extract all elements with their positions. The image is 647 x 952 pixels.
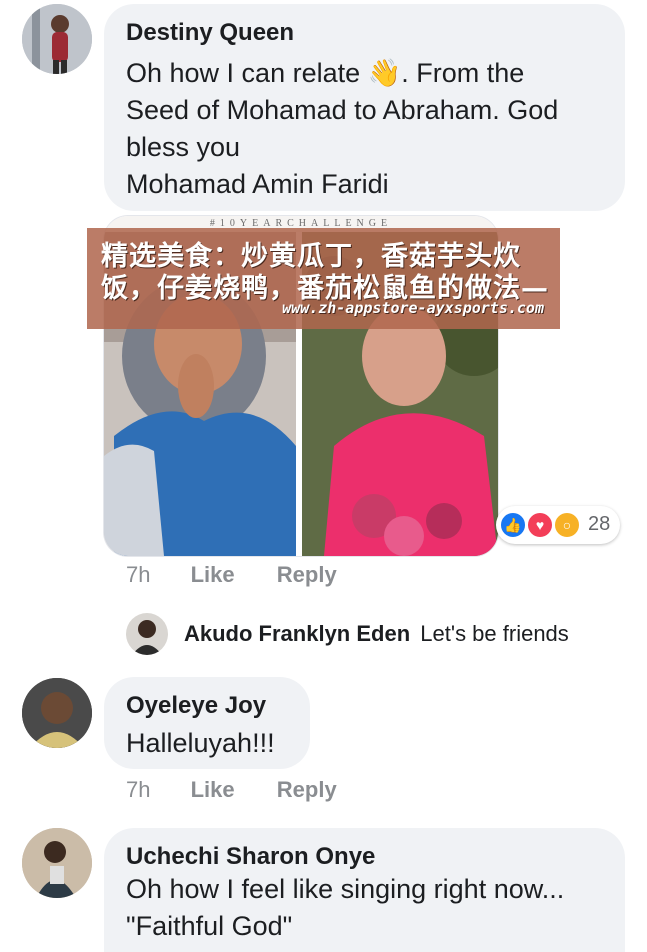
comment-time[interactable]: 7h [126,562,150,587]
avatar-oyeleye-joy[interactable] [22,678,92,748]
reply-preview[interactable]: Akudo Franklyn Eden Let's be friends [184,621,569,647]
love-icon: ♥ [526,511,554,539]
comment-time[interactable]: 7h [126,777,150,802]
comment-meta: 7h Like Reply [126,562,337,588]
comment-text-line: bless you [126,132,241,162]
person-photo-icon [132,620,162,655]
comment-bubble: Destiny Queen Oh how I can relate 👋. Fro… [104,4,625,211]
avatar-destiny-queen[interactable] [22,4,92,74]
like-icon: 👍 [499,511,527,539]
comment-bubble: Oyeleye Joy Halleluyah!!! [104,677,310,769]
like-button[interactable]: Like [191,562,235,587]
comment-text-line: Halleluyah!!! [126,728,275,758]
reply-button[interactable]: Reply [277,562,337,587]
comment-author[interactable]: Destiny Queen [126,19,294,47]
comment-text-line: Oh how I can relate 👋. From the [126,58,525,88]
overlay-url: www.zh-appstore-ayxsports.com [282,299,544,317]
reply-button[interactable]: Reply [277,777,337,802]
comment-text-line: Mohamad Amin Faridi [126,169,389,199]
comment-author[interactable]: Uchechi Sharon Onye [126,843,375,871]
person-photo-icon [22,828,92,898]
avatar-uchechi[interactable] [22,828,92,898]
comment-text-line: Seed of Mohamad to Abraham. God [126,95,559,125]
comment-author[interactable]: Oyeleye Joy [126,692,266,720]
comment-meta: 7h Like Reply [126,777,337,803]
comment-bubble: Uchechi Sharon Onye Oh how I feel like s… [104,828,625,952]
overlay-banner: 精选美食：炒黄瓜丁，香菇芋头炊 饭，仔姜烧鸭，番茄松鼠鱼的做法— www.zh-… [87,228,560,329]
like-button[interactable]: Like [191,777,235,802]
comment-text-line: Oh how I feel like singing right now... [126,874,565,904]
wow-icon: ○ [553,511,581,539]
person-photo-icon [22,678,92,748]
person-photo-icon [22,4,92,74]
reply-author[interactable]: Akudo Franklyn Eden [184,621,410,646]
reactions-summary[interactable]: 👍 ♥ ○ 28 [496,506,620,544]
reaction-count: 28 [588,513,611,535]
avatar-akudo[interactable] [126,613,168,655]
comment-text-line: "Faithful God" [126,911,293,941]
reply-text: Let's be friends [420,621,569,646]
